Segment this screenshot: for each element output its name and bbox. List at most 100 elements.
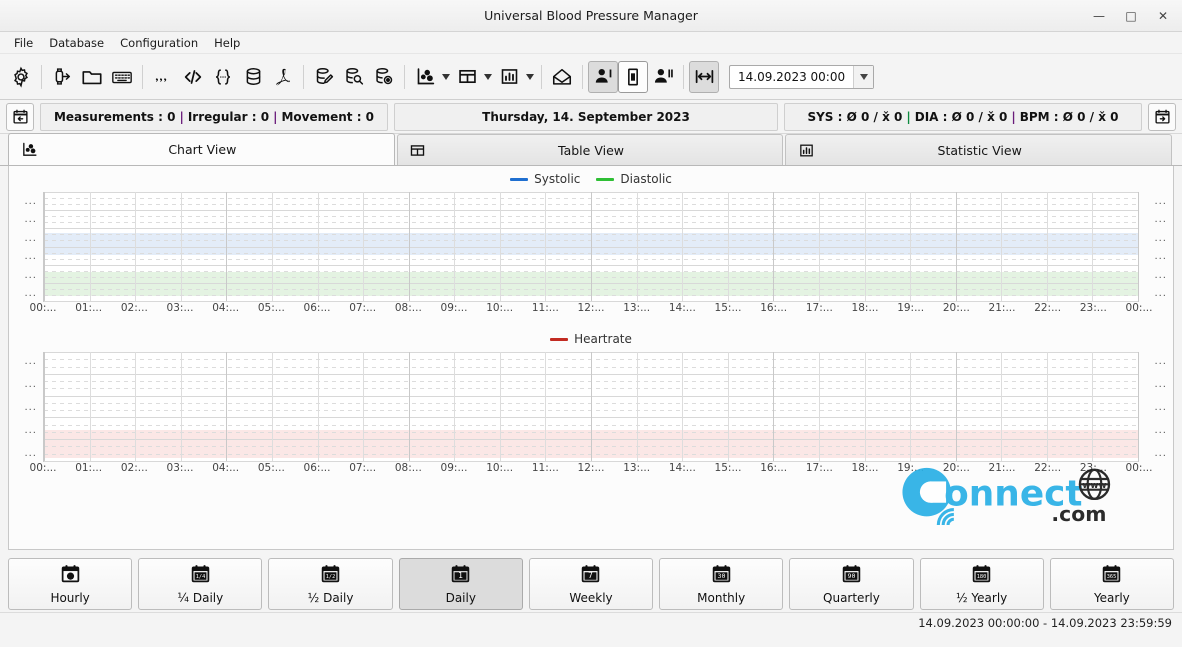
bpm-average: BPM : Ø 0 / x̌ 0: [1019, 109, 1119, 124]
x-tick-label: 23:...: [1079, 462, 1107, 474]
grid-line-vertical: [271, 192, 273, 301]
range-quarterly[interactable]: 90 Quarterly: [789, 558, 914, 610]
range-weekly[interactable]: 7 Weekly: [528, 558, 654, 610]
csv-export-icon[interactable]: [148, 61, 178, 93]
legend-item-heartrate[interactable]: Heartrate: [550, 332, 632, 346]
stat-separator: |: [906, 109, 911, 124]
toolbar-separator: [41, 64, 42, 89]
x-tick-label: 01:...: [75, 302, 103, 314]
database-view-icon[interactable]: [369, 61, 399, 93]
legend-item-diastolic[interactable]: Diastolic: [596, 172, 672, 186]
pdf-export-icon[interactable]: [268, 61, 298, 93]
database-search-icon[interactable]: [339, 61, 369, 93]
multi-user-icon[interactable]: [648, 61, 678, 93]
x-tick-label: 08:...: [394, 462, 422, 474]
range-half-yearly[interactable]: 180 ½ Yearly: [919, 558, 1044, 610]
tab-table-view[interactable]: Table View: [396, 134, 784, 165]
range-daily[interactable]: 1 Daily: [398, 558, 523, 610]
svg-text:.com: .com: [1051, 502, 1106, 526]
next-day-button[interactable]: [1148, 102, 1176, 131]
x-tick-label: 20:...: [942, 462, 970, 474]
range-quarter-daily[interactable]: 1/4 ¼ Daily: [138, 558, 263, 610]
sql-export-icon[interactable]: [238, 61, 268, 93]
close-button[interactable]: ✕: [1148, 3, 1178, 29]
date-time-value[interactable]: 14.09.2023 00:00: [730, 66, 853, 88]
fit-width-icon[interactable]: [689, 60, 719, 93]
hr-plot-area[interactable]: [43, 352, 1139, 462]
x-tick-label: 10:...: [486, 462, 514, 474]
x-tick-label: 23:...: [1079, 302, 1107, 314]
maximize-button[interactable]: □: [1116, 3, 1146, 29]
grid-line-vertical: [363, 192, 365, 301]
x-tick-label: 07:...: [349, 462, 377, 474]
chart-view-dropdown-icon[interactable]: [440, 61, 452, 93]
x-tick-label: 12:...: [577, 302, 605, 314]
table-view-dropdown-icon[interactable]: [482, 61, 494, 93]
bp-plot-area[interactable]: [43, 192, 1139, 302]
minimize-button[interactable]: —: [1084, 3, 1114, 29]
import-device-icon[interactable]: [47, 61, 77, 93]
range-half-daily-label: ½ Daily: [307, 591, 354, 605]
legend-item-systolic[interactable]: Systolic: [510, 172, 580, 186]
range-yearly[interactable]: 365 Yearly: [1049, 558, 1174, 610]
keyboard-entry-icon[interactable]: [107, 61, 137, 93]
blood-pressure-chart: Systolic Diastolic .................. ..…: [9, 166, 1173, 318]
hr-y-axis-right: ...............: [1139, 352, 1173, 462]
grid-line-vertical: [591, 352, 592, 461]
menu-configuration[interactable]: Configuration: [112, 34, 206, 52]
x-tick-label: 09:...: [440, 302, 468, 314]
tab-chart-view[interactable]: Chart View: [8, 133, 395, 165]
bp-x-axis: 00:... 01:... 02:... 03:... 04:... 05:... 06:.…: [30, 302, 1153, 318]
toolbar-separator: [142, 64, 143, 89]
statistic-view-icon[interactable]: [494, 61, 524, 93]
menu-help[interactable]: Help: [206, 34, 248, 52]
previous-day-button[interactable]: [6, 102, 34, 131]
range-half-daily[interactable]: 1/2 ½ Daily: [268, 558, 393, 610]
date-time-field[interactable]: 14.09.2023 00:00: [729, 64, 875, 89]
calendar-icon: 1/4: [190, 563, 211, 588]
y-tick-label: ...: [24, 269, 37, 281]
database-edit-icon[interactable]: [309, 61, 339, 93]
hr-x-axis: 00:... 01:... 02:... 03:... 04:... 05:... 06:.…: [30, 462, 1153, 478]
xml-export-icon[interactable]: [178, 61, 208, 93]
menu-database[interactable]: Database: [41, 34, 112, 52]
x-tick-label: 17:...: [805, 462, 833, 474]
arm-cuff-icon[interactable]: [618, 60, 648, 93]
toolbar-separator: [582, 64, 583, 89]
date-time-dropdown-icon[interactable]: [853, 65, 874, 88]
x-tick-label: 00:...: [1125, 462, 1153, 474]
toolbar-separator: [404, 64, 405, 89]
tab-chart-view-label: Chart View: [168, 142, 237, 157]
mail-icon[interactable]: [547, 61, 577, 93]
settings-gear-icon[interactable]: [6, 61, 36, 93]
hr-plot-row: ............... ...............: [9, 352, 1173, 462]
x-tick-label: 13:...: [623, 302, 651, 314]
grid-line-vertical: [636, 352, 638, 461]
stat-separator: |: [1011, 109, 1016, 124]
grid-line-vertical: [818, 192, 820, 301]
menu-file[interactable]: File: [6, 34, 41, 52]
calendar-icon: 7: [580, 563, 601, 588]
chart-view-icon[interactable]: [410, 61, 440, 93]
grid-line-vertical: [955, 192, 957, 301]
json-export-icon[interactable]: [208, 61, 238, 93]
grid-line-vertical: [636, 192, 638, 301]
table-view-icon[interactable]: [452, 61, 482, 93]
x-tick-label: 01:...: [75, 462, 103, 474]
x-tick-label: 08:...: [394, 302, 422, 314]
y-tick-label: ...: [24, 379, 37, 390]
svg-text:180: 180: [977, 574, 986, 580]
x-tick-label: 05:...: [257, 302, 285, 314]
statistic-view-dropdown-icon[interactable]: [524, 61, 536, 93]
single-user-icon[interactable]: [588, 60, 618, 93]
y-tick-label: ...: [24, 232, 37, 244]
grid-line-vertical: [226, 192, 228, 301]
sys-average: SYS : Ø 0 / x̌ 0: [807, 109, 903, 124]
range-monthly[interactable]: 30 Monthly: [659, 558, 784, 610]
tab-statistic-view[interactable]: Statistic View: [785, 134, 1173, 165]
grid-line-vertical: [271, 352, 273, 461]
range-hourly[interactable]: Hourly: [8, 558, 133, 610]
y-tick-label: ...: [1154, 356, 1167, 367]
open-folder-icon[interactable]: [77, 61, 107, 93]
x-tick-label: 06:...: [303, 302, 331, 314]
